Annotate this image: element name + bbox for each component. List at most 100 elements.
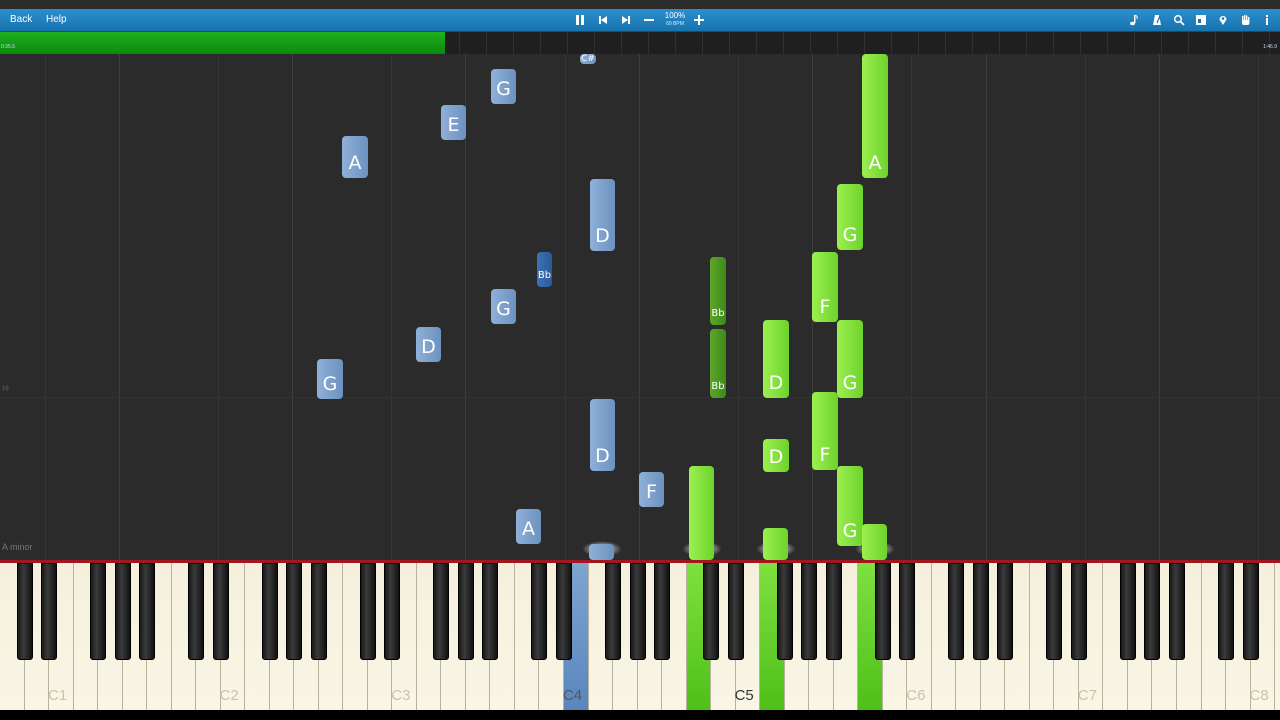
black-key[interactable] <box>457 563 474 660</box>
tempo-bpm: 69 BPM <box>666 21 684 27</box>
octave-label: C4 <box>562 687 583 704</box>
octave-label: C6 <box>906 687 926 704</box>
back-button[interactable]: Back <box>6 12 36 28</box>
black-key[interactable] <box>531 563 548 660</box>
black-key[interactable] <box>16 563 33 660</box>
falling-note <box>763 528 788 560</box>
total-time: 1:46.9 <box>1263 44 1277 50</box>
speed-percent: 100% <box>664 11 686 20</box>
black-key[interactable] <box>727 563 744 660</box>
octave-label: C1 <box>48 687 68 704</box>
key-signature: A minor <box>2 542 33 552</box>
octave-label: C8 <box>1249 687 1269 704</box>
black-key[interactable] <box>997 563 1014 660</box>
square-icon[interactable] <box>1192 11 1210 29</box>
black-key[interactable] <box>261 563 278 660</box>
measure-number: 16 <box>2 386 9 392</box>
octave-label: C3 <box>391 687 411 704</box>
falling-note: C# <box>580 54 596 64</box>
white-key[interactable] <box>1275 563 1280 710</box>
black-key[interactable] <box>654 563 671 660</box>
next-icon[interactable] <box>617 11 635 29</box>
falling-note: D <box>763 439 789 472</box>
black-key[interactable] <box>801 563 818 660</box>
black-key[interactable] <box>1070 563 1087 660</box>
black-key[interactable] <box>972 563 989 660</box>
black-key[interactable] <box>605 563 622 660</box>
grid-line <box>218 54 219 560</box>
song-progress-bar[interactable]: 0:35.5 1:46.9 <box>0 32 1280 54</box>
black-key[interactable] <box>899 563 916 660</box>
black-key[interactable] <box>384 563 401 660</box>
black-key[interactable] <box>41 563 58 660</box>
falling-note: F <box>812 392 838 470</box>
falling-note: G <box>491 289 516 324</box>
falling-note <box>689 466 714 560</box>
metronome-icon[interactable] <box>1148 11 1166 29</box>
bottom-bar <box>0 710 1280 720</box>
hand-icon[interactable] <box>1236 11 1254 29</box>
black-key[interactable] <box>629 563 646 660</box>
black-key[interactable] <box>1218 563 1235 660</box>
black-key[interactable] <box>212 563 229 660</box>
black-key[interactable] <box>825 563 842 660</box>
black-key[interactable] <box>286 563 303 660</box>
black-key[interactable] <box>114 563 131 660</box>
top-toolbar: Back Help 100% 69 BPM <box>0 9 1280 32</box>
search-icon[interactable] <box>1170 11 1188 29</box>
falling-note: A <box>516 509 541 544</box>
minus-icon[interactable] <box>640 11 658 29</box>
falling-note: E <box>441 105 466 140</box>
falling-note: G <box>837 466 863 546</box>
falling-note: D <box>590 179 615 251</box>
help-button[interactable]: Help <box>42 12 71 28</box>
falling-notes-area: 16 A minor G E A C# D Bb G D G D F A A G F Bb Bb D G F D G <box>0 54 1280 560</box>
black-key[interactable] <box>359 563 376 660</box>
falling-note: G <box>317 359 343 399</box>
falling-note: F <box>639 472 664 507</box>
grid-line <box>565 54 566 560</box>
grid-line <box>391 54 392 560</box>
black-key[interactable] <box>310 563 327 660</box>
grid-line <box>911 54 912 560</box>
previous-icon[interactable] <box>594 11 612 29</box>
grid-line <box>292 54 293 560</box>
falling-note: Bb <box>710 257 726 325</box>
falling-note <box>862 524 887 560</box>
black-key[interactable] <box>482 563 499 660</box>
falling-note: F <box>812 252 838 322</box>
synthesia-player: Back Help 100% 69 BPM 0:35.5 1:46.9 16 A… <box>0 0 1280 720</box>
black-key[interactable] <box>90 563 107 660</box>
pause-icon[interactable] <box>571 11 589 29</box>
octave-label: C7 <box>1077 687 1098 704</box>
piano-keyboard[interactable]: C1 C2 C3 C4 C5 C6 C7 C8 <box>0 560 1280 710</box>
falling-note: D <box>416 327 441 362</box>
black-key[interactable] <box>1144 563 1161 660</box>
black-key[interactable] <box>874 563 891 660</box>
speed-readout: 100% 69 BPM <box>662 11 688 29</box>
black-key[interactable] <box>188 563 205 660</box>
black-key[interactable] <box>555 563 572 660</box>
grid-line <box>119 54 120 560</box>
plus-icon[interactable] <box>690 11 708 29</box>
note-icon[interactable] <box>1125 11 1143 29</box>
grid-line <box>0 397 1280 398</box>
black-key[interactable] <box>1046 563 1063 660</box>
black-key[interactable] <box>776 563 793 660</box>
black-key[interactable] <box>948 563 965 660</box>
elapsed-time: 0:35.5 <box>1 44 15 50</box>
grid-line <box>1159 54 1160 560</box>
black-key[interactable] <box>1119 563 1136 660</box>
grid-line <box>1085 54 1086 560</box>
falling-note: D <box>590 399 615 471</box>
black-key[interactable] <box>1242 563 1259 660</box>
black-key[interactable] <box>433 563 450 660</box>
black-key[interactable] <box>1169 563 1185 660</box>
falling-note: Bb <box>537 252 552 287</box>
falling-note: A <box>342 136 368 178</box>
falling-note: G <box>837 320 863 398</box>
info-icon[interactable] <box>1258 11 1276 29</box>
black-key[interactable] <box>139 563 156 660</box>
black-key[interactable] <box>703 563 720 660</box>
location-icon[interactable] <box>1214 11 1232 29</box>
